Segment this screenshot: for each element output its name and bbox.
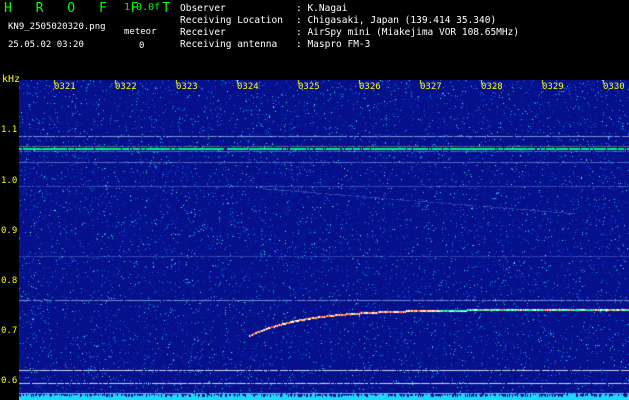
spectrogram-canvas [19, 80, 629, 400]
y-axis-unit: kHz [2, 74, 21, 85]
observer-label: Observer [180, 3, 226, 14]
spectrogram-plot [19, 80, 629, 400]
version-label: 1.0.0f [124, 2, 161, 13]
x-tick-label: 0324 [237, 82, 259, 92]
meteor-label: meteor [124, 27, 157, 37]
date-time: 25.05.02 03:20 [8, 40, 84, 50]
y-tick-label: 1.1 [1, 125, 18, 135]
location-value: : Chigasaki, Japan (139.414 35.340) [296, 15, 497, 26]
x-tick-label: 0326 [359, 82, 381, 92]
antenna-value: : Maspro FM-3 [296, 39, 371, 50]
location-label: Receiving Location [180, 15, 283, 26]
y-tick-label: 0.9 [1, 226, 18, 236]
x-tick-label: 0323 [176, 82, 198, 92]
header-panel: H R O F F T 1.0.0f KN9_2505020320.png 25… [0, 0, 629, 73]
x-tick-label: 0328 [481, 82, 503, 92]
receiver-value: : AirSpy mini (Miakejima VOR 108.65MHz) [296, 27, 520, 38]
x-tick-label: 0322 [115, 82, 137, 92]
file-name: KN9_2505020320.png [8, 22, 106, 32]
observer-value: : K.Nagai [296, 3, 348, 14]
x-tick-label: 0321 [54, 82, 76, 92]
antenna-label: Receiving antenna [180, 39, 278, 50]
meteor-count: 0 [139, 41, 145, 51]
x-tick-label: 0327 [420, 82, 442, 92]
y-tick-label: 1.0 [1, 176, 18, 186]
y-tick-label: 0.6 [1, 376, 18, 386]
receiver-label: Receiver [180, 27, 226, 38]
x-tick-label: 0329 [542, 82, 564, 92]
x-tick-label: 0325 [298, 82, 320, 92]
x-tick-label: 0330 [603, 82, 625, 92]
y-tick-label: 0.7 [1, 326, 18, 336]
y-tick-label: 0.8 [1, 276, 18, 286]
